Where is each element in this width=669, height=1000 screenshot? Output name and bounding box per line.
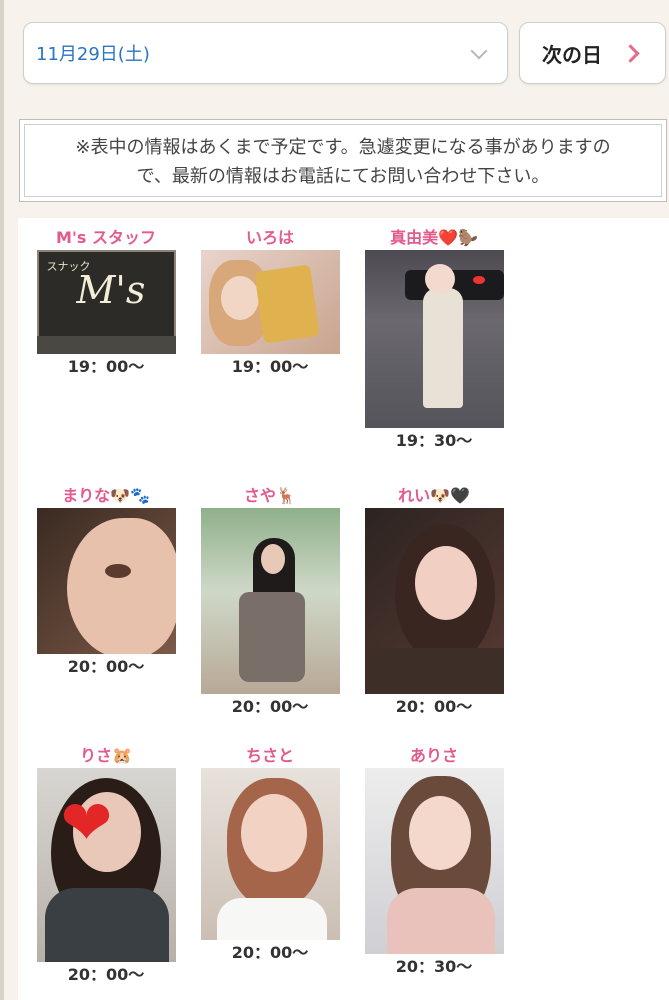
cast-card[interactable]: M's スタッフ スナック M's 19：00〜 bbox=[31, 226, 181, 378]
cast-name: ちさと bbox=[245, 746, 294, 765]
cast-photo bbox=[364, 768, 504, 954]
cast-start-time: 19：00〜 bbox=[67, 357, 145, 376]
cast-card[interactable]: ありさ 20：30〜 bbox=[359, 744, 509, 978]
cast-start-time: 19：00〜 bbox=[231, 357, 309, 376]
cast-card[interactable]: りさ🐹 ❤ 20：00〜 bbox=[31, 744, 181, 986]
date-select-value: 11月29日(土) bbox=[36, 44, 150, 65]
cast-photo bbox=[200, 508, 340, 694]
cast-start-time: 20：00〜 bbox=[395, 697, 473, 716]
next-day-button[interactable]: 次の日 bbox=[519, 22, 666, 84]
cast-start-time: 20：00〜 bbox=[231, 943, 309, 962]
cast-name: ありさ bbox=[409, 746, 458, 765]
cast-start-time: 19：30〜 bbox=[395, 431, 473, 450]
cast-name: りさ🐹 bbox=[80, 746, 132, 765]
shop-logo: M's bbox=[76, 268, 146, 312]
cast-photo bbox=[364, 250, 504, 428]
cast-start-time: 20：00〜 bbox=[67, 657, 145, 676]
cast-name: まりな🐶🐾 bbox=[62, 486, 150, 505]
cast-photo bbox=[200, 768, 340, 940]
heart-icon: ❤ bbox=[60, 786, 113, 859]
schedule-notice: ※表中の情報はあくまで予定です。急遽変更になる事がありますの で、最新の情報はお… bbox=[19, 119, 667, 202]
cast-schedule-grid: M's スタッフ スナック M's 19：00〜 いろは 19：00〜 真由美❤… bbox=[18, 218, 669, 1000]
cast-start-time: 20：00〜 bbox=[231, 697, 309, 716]
page-frame-edge bbox=[0, 0, 4, 1000]
cast-name: いろは bbox=[245, 228, 294, 247]
cast-name: 真由美❤️🦫 bbox=[390, 228, 478, 247]
cast-card[interactable]: いろは 19：00〜 bbox=[195, 226, 345, 378]
notice-line-1: ※表中の情報はあくまで予定です。急遽変更になる事がありますの bbox=[75, 137, 611, 158]
next-day-label: 次の日 bbox=[542, 42, 602, 67]
chevron-right-icon bbox=[621, 44, 640, 63]
cast-card[interactable]: まりな🐶🐾 20：00〜 bbox=[31, 484, 181, 678]
date-select[interactable]: 11月29日(土) bbox=[23, 22, 508, 84]
cast-photo: スナック M's bbox=[36, 250, 176, 354]
cast-name: さや🦌 bbox=[244, 486, 296, 505]
cast-name: れい🐶🖤 bbox=[398, 486, 470, 505]
cast-card[interactable]: れい🐶🖤 20：00〜 bbox=[359, 484, 509, 718]
chevron-down-icon bbox=[470, 42, 488, 60]
notice-text: ※表中の情報はあくまで予定です。急遽変更になる事がありますの で、最新の情報はお… bbox=[24, 124, 662, 197]
cast-photo bbox=[200, 250, 340, 354]
cast-card[interactable]: ちさと 20：00〜 bbox=[195, 744, 345, 964]
cast-photo bbox=[36, 508, 176, 654]
cast-start-time: 20：30〜 bbox=[395, 957, 473, 976]
cast-name: M's スタッフ bbox=[56, 228, 156, 247]
cast-card[interactable]: 真由美❤️🦫 19：30〜 bbox=[359, 226, 509, 452]
cast-card[interactable]: さや🦌 20：00〜 bbox=[195, 484, 345, 718]
cast-photo bbox=[364, 508, 504, 694]
cast-start-time: 20：00〜 bbox=[67, 965, 145, 984]
notice-line-2: で、最新の情報はお電話にてお問い合わせ下さい。 bbox=[136, 166, 550, 187]
cast-photo: ❤ bbox=[36, 768, 176, 962]
